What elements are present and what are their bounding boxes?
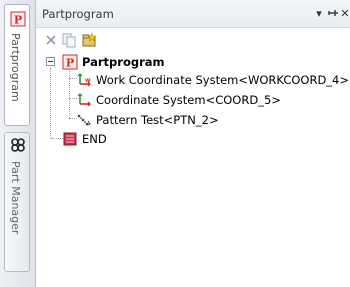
part-manager-icon: [11, 138, 25, 152]
panel-title: Partprogram: [42, 7, 114, 21]
tree-item-work-coordinate-system[interactable]: w Work Coordinate System<WORKCOORD_4>: [76, 72, 349, 88]
partprogram-p-icon: P: [10, 11, 26, 27]
svg-text:w: w: [85, 77, 91, 84]
pattern-icon: [77, 114, 91, 126]
program-tree: P Partprogram w Work Coordinate System<W…: [36, 52, 350, 287]
copy-button[interactable]: [60, 31, 78, 49]
copy-icon: [62, 33, 76, 48]
tree-end-label: END: [82, 132, 107, 146]
close-icon[interactable]: ✕: [338, 6, 350, 20]
tree-root-partprogram[interactable]: P Partprogram: [62, 54, 165, 70]
panel-toolbar: [36, 28, 350, 52]
svg-text:P: P: [66, 57, 74, 70]
tab-part-manager-label: Part Manager: [9, 161, 22, 235]
tab-partprogram[interactable]: P Partprogram: [4, 4, 30, 126]
tab-partprogram-label: Partprogram: [9, 33, 22, 102]
delete-icon: [46, 35, 56, 45]
tree-item-coordinate-system[interactable]: Coordinate System<COORD_5>: [76, 92, 281, 108]
partprogram-panel: Partprogram ▾ ✕ P Partprogram w Work Coo…: [36, 0, 350, 287]
panel-titlebar: Partprogram ▾ ✕: [36, 0, 350, 28]
vertical-tab-strip: P Partprogram Part Manager: [0, 0, 36, 287]
panel-menu-icon[interactable]: ▾: [312, 6, 326, 20]
svg-text:P: P: [14, 14, 22, 27]
tree-item-pattern-test[interactable]: Pattern Test<PTN_2>: [76, 112, 219, 128]
tree-root-label: Partprogram: [82, 55, 165, 69]
tree-item-label: Coordinate System<COORD_5>: [96, 93, 281, 107]
tree-item-label: Work Coordinate System<WORKCOORD_4>: [96, 73, 349, 87]
new-item-icon: [82, 32, 97, 47]
tab-part-manager[interactable]: Part Manager: [4, 132, 30, 272]
tree-item-label: Pattern Test<PTN_2>: [96, 113, 219, 127]
delete-button[interactable]: [42, 31, 60, 49]
tree-connector: [69, 68, 70, 118]
tree-expander-collapse[interactable]: [46, 57, 55, 66]
end-icon: [63, 132, 77, 146]
new-item-button[interactable]: [80, 31, 98, 49]
tree-connector: [50, 68, 51, 138]
tree-item-end[interactable]: END: [62, 131, 107, 147]
coordinate-system-icon: [77, 93, 91, 107]
partprogram-p-icon: P: [62, 54, 78, 70]
work-coordinate-system-icon: w: [77, 73, 91, 87]
